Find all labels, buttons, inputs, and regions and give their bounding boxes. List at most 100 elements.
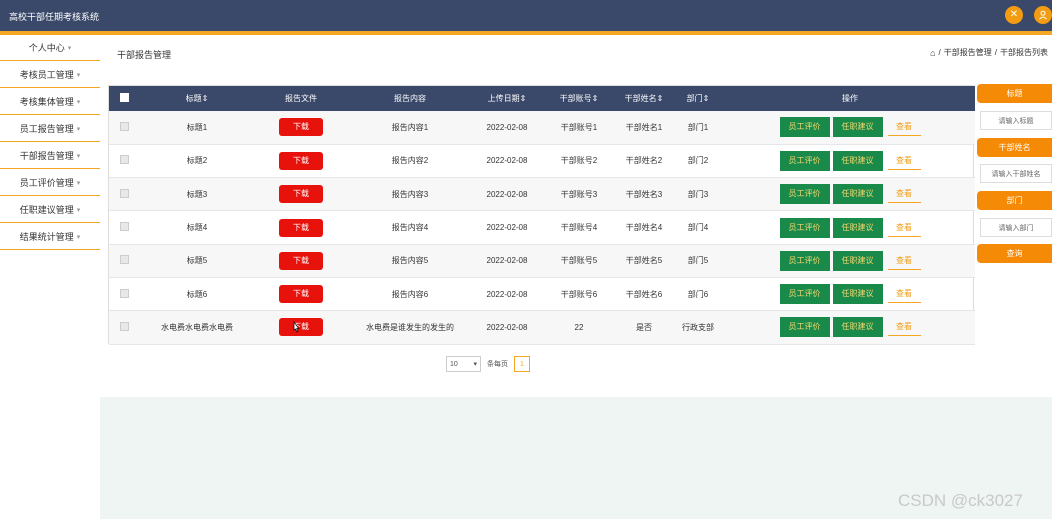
row-checkbox[interactable] — [119, 188, 129, 198]
suggest-button[interactable]: 任职建议 — [832, 317, 883, 338]
chevron-down-icon: ▾ — [67, 44, 72, 52]
title-search-label: 标题 — [977, 84, 1052, 103]
evaluate-button[interactable]: 员工评价 — [779, 117, 830, 138]
cell-dept: 部门1 — [687, 122, 709, 132]
suggest-button[interactable]: 任职建议 — [832, 284, 883, 305]
view-button[interactable]: 查看 — [887, 118, 921, 137]
sidebar-item-staff-evaluation[interactable]: 员工评价管理 ▾ — [0, 170, 100, 196]
sidebar-item-result-statistics[interactable]: 结果统计管理 ▾ — [0, 224, 100, 250]
cell-title: 标题2 — [186, 156, 208, 166]
column-header-title[interactable]: 标题⇕ — [139, 86, 255, 111]
breadcrumb-item[interactable]: 干部报告管理 — [944, 47, 992, 58]
sidebar-item-label: 考核集体管理 — [19, 97, 74, 107]
column-header-account[interactable]: 干部账号⇕ — [541, 86, 617, 111]
dept-search-label: 部门 — [977, 191, 1052, 210]
evaluate-button[interactable]: 员工评价 — [779, 250, 830, 271]
chevron-down-icon: ▾ — [473, 361, 477, 368]
sidebar-item-appointment-suggestion[interactable]: 任职建议管理 ▾ — [0, 197, 100, 223]
view-button[interactable]: 查看 — [887, 152, 921, 170]
view-button[interactable]: 查看 — [887, 285, 921, 304]
evaluate-button[interactable]: 员工评价 — [779, 284, 830, 305]
column-header-content: 报告内容 — [394, 94, 426, 103]
cell-content: 报告内容2 — [391, 156, 429, 166]
cell-account: 22 — [574, 322, 584, 332]
close-icon[interactable]: ✕ — [1005, 6, 1023, 24]
cell-content: 报告内容6 — [391, 289, 429, 299]
user-icon[interactable] — [1034, 6, 1052, 24]
view-button[interactable]: 查看 — [887, 318, 921, 337]
cell-date: 2022-02-08 — [486, 223, 528, 233]
chevron-down-icon: ▾ — [76, 98, 81, 106]
download-button[interactable]: 下载 — [279, 218, 323, 237]
suggest-button[interactable]: 任职建议 — [832, 117, 883, 138]
page-size-select[interactable]: 10 ▾ — [446, 356, 481, 372]
view-button[interactable]: 查看 — [887, 219, 921, 237]
download-button[interactable]: 下载 — [279, 318, 323, 337]
column-header-file: 报告文件 — [285, 94, 317, 103]
home-icon[interactable]: ⌂ — [930, 48, 935, 58]
evaluate-button[interactable]: 员工评价 — [779, 184, 830, 205]
download-button[interactable]: 下载 — [279, 151, 323, 170]
download-button[interactable]: 下载 — [279, 251, 323, 270]
cell-content: 报告内容4 — [391, 223, 429, 233]
sidebar-item-label: 员工报告管理 — [19, 124, 74, 134]
sidebar-item-label: 任职建议管理 — [19, 205, 74, 215]
chevron-down-icon: ▾ — [76, 233, 81, 241]
cell-name: 干部姓名1 — [625, 122, 663, 132]
sidebar-item-label: 干部报告管理 — [19, 151, 74, 161]
cell-dept: 部门4 — [687, 223, 709, 233]
watermark: CSDN @ck3027 — [898, 491, 1023, 510]
cell-dept: 部门6 — [687, 289, 709, 299]
page-number-button[interactable]: 1 — [514, 356, 530, 372]
suggest-button[interactable]: 任职建议 — [832, 184, 883, 205]
cell-name: 干部姓名3 — [625, 189, 663, 199]
dept-search-input[interactable]: 请输入部门 — [980, 218, 1052, 237]
download-button[interactable]: 下载 — [279, 185, 323, 204]
row-checkbox[interactable] — [119, 155, 129, 165]
query-button[interactable]: 查询 — [977, 244, 1052, 263]
page-title: 干部报告管理 — [117, 50, 172, 60]
column-header-actions: 操作 — [842, 94, 858, 103]
name-search-input[interactable]: 请输入干部姓名 — [980, 164, 1052, 183]
select-all-checkbox[interactable] — [119, 93, 129, 102]
suggest-button[interactable]: 任职建议 — [832, 217, 883, 238]
sidebar-item-personal-center[interactable]: 个人中心 ▾ — [0, 35, 100, 61]
title-search-input[interactable]: 请输入标题 — [980, 111, 1052, 130]
breadcrumb-separator: / — [994, 48, 997, 57]
row-checkbox[interactable] — [119, 321, 129, 331]
cell-title: 标题1 — [186, 122, 208, 132]
table-row: 标题1 下载 报告内容1 2022-02-08 干部账号1 干部姓名1 部门1 … — [109, 111, 975, 145]
cell-date: 2022-02-08 — [486, 122, 528, 132]
cell-name: 干部姓名5 — [625, 256, 663, 266]
suggest-button[interactable]: 任职建议 — [832, 150, 883, 171]
sidebar-item-label: 考核员工管理 — [19, 70, 74, 80]
evaluate-button[interactable]: 员工评价 — [779, 317, 830, 338]
cell-date: 2022-02-08 — [486, 322, 528, 332]
chevron-down-icon: ▾ — [76, 206, 81, 214]
breadcrumb: ⌂ / 干部报告管理 / 干部报告列表 — [930, 47, 1048, 58]
column-header-dept[interactable]: 部门⇕ — [671, 86, 725, 111]
sidebar-item-staff-report[interactable]: 员工报告管理 ▾ — [0, 116, 100, 142]
row-checkbox[interactable] — [119, 288, 129, 298]
sidebar-item-staff-assessment[interactable]: 考核员工管理 ▾ — [0, 62, 100, 88]
view-button[interactable]: 查看 — [887, 185, 921, 204]
row-checkbox[interactable] — [119, 222, 129, 232]
download-button[interactable]: 下载 — [279, 285, 323, 304]
top-bar: 高校干部任期考核系统 ✕ — [0, 0, 1052, 31]
table-row: 标题3 下载 报告内容3 2022-02-08 干部账号3 干部姓名3 部门3 … — [109, 177, 975, 211]
cell-name: 干部姓名6 — [625, 289, 663, 299]
breadcrumb-separator: / — [938, 48, 941, 57]
view-button[interactable]: 查看 — [887, 252, 921, 270]
cell-dept: 行政支部 — [682, 322, 714, 332]
download-button[interactable]: 下载 — [279, 118, 323, 137]
column-header-date[interactable]: 上传日期⇕ — [473, 86, 541, 111]
column-header-name[interactable]: 干部姓名⇕ — [617, 86, 671, 111]
suggest-button[interactable]: 任职建议 — [832, 250, 883, 271]
row-checkbox[interactable] — [119, 121, 129, 131]
sidebar-item-cadre-report[interactable]: 干部报告管理 ▾ — [0, 143, 100, 169]
cell-content: 报告内容3 — [391, 189, 429, 199]
evaluate-button[interactable]: 员工评价 — [779, 217, 830, 238]
row-checkbox[interactable] — [119, 255, 129, 265]
evaluate-button[interactable]: 员工评价 — [779, 150, 830, 171]
sidebar-item-group-assessment[interactable]: 考核集体管理 ▾ — [0, 89, 100, 115]
